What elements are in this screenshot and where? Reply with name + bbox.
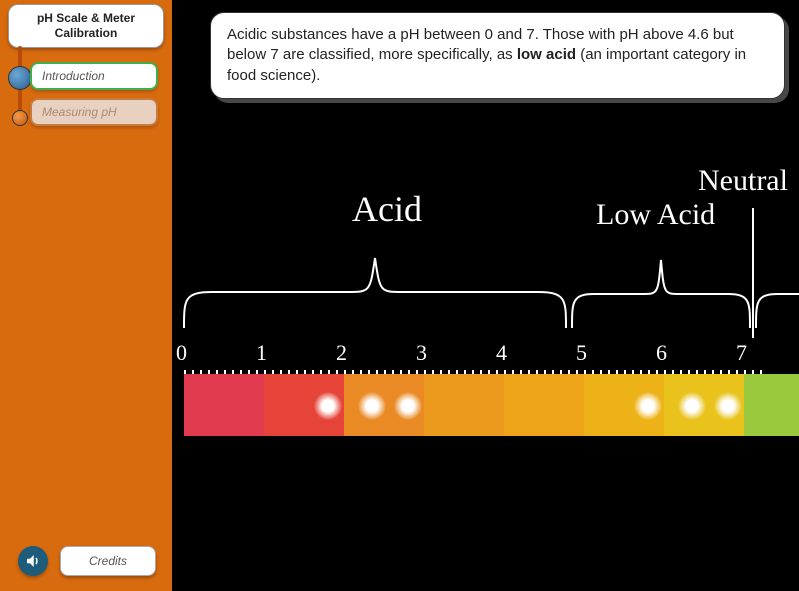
scale-number-7: 7 <box>736 340 747 366</box>
label-neutral: Neutral <box>698 164 788 198</box>
scale-number-4: 4 <box>496 340 507 366</box>
ph-segment-3 <box>424 374 504 436</box>
ph-segment-6 <box>664 374 744 436</box>
glow-dot <box>714 392 742 420</box>
ph-segment-2 <box>344 374 424 436</box>
scale-number-2: 2 <box>336 340 347 366</box>
speaker-icon <box>24 552 42 570</box>
glow-dot <box>358 392 386 420</box>
scale-color-row <box>184 374 799 436</box>
scale-numbers: 0 1 2 3 4 5 6 7 <box>176 340 799 370</box>
glow-dot <box>634 392 662 420</box>
nav-dot-measuring <box>12 110 28 126</box>
ph-segment-5 <box>584 374 664 436</box>
ph-segment-7 <box>744 374 799 436</box>
glow-dot <box>314 392 342 420</box>
ph-segment-0 <box>184 374 264 436</box>
app-title: pH Scale & Meter Calibration <box>8 4 164 48</box>
nav-dot-intro <box>8 66 32 90</box>
scale-number-3: 3 <box>416 340 427 366</box>
info-panel: Acidic substances have a pH between 0 an… <box>210 12 785 99</box>
brace-acid <box>182 250 568 330</box>
label-low-acid: Low Acid <box>596 198 715 232</box>
sidebar: pH Scale & Meter Calibration Introductio… <box>0 0 172 591</box>
ph-segment-1 <box>264 374 344 436</box>
info-text-bold: low acid <box>517 46 576 63</box>
ph-segment-4 <box>504 374 584 436</box>
brace-base-partial <box>754 250 799 330</box>
nav-item-introduction[interactable]: Introduction <box>30 62 158 90</box>
sound-toggle-button[interactable] <box>18 546 48 576</box>
nav-item-measuring-ph[interactable]: Measuring pH <box>30 98 158 126</box>
ph-scale: Acid Low Acid Neutral 01234567 <box>192 170 799 470</box>
label-acid: Acid <box>352 188 422 230</box>
credits-button[interactable]: Credits <box>60 546 156 576</box>
scale-number-0: 0 <box>176 340 187 366</box>
glow-dot <box>394 392 422 420</box>
scale-number-1: 1 <box>256 340 267 366</box>
main-area: Acidic substances have a pH between 0 an… <box>172 0 799 591</box>
glow-dot <box>678 392 706 420</box>
brace-low-acid <box>570 250 752 330</box>
scale-number-5: 5 <box>576 340 587 366</box>
scale-number-6: 6 <box>656 340 667 366</box>
